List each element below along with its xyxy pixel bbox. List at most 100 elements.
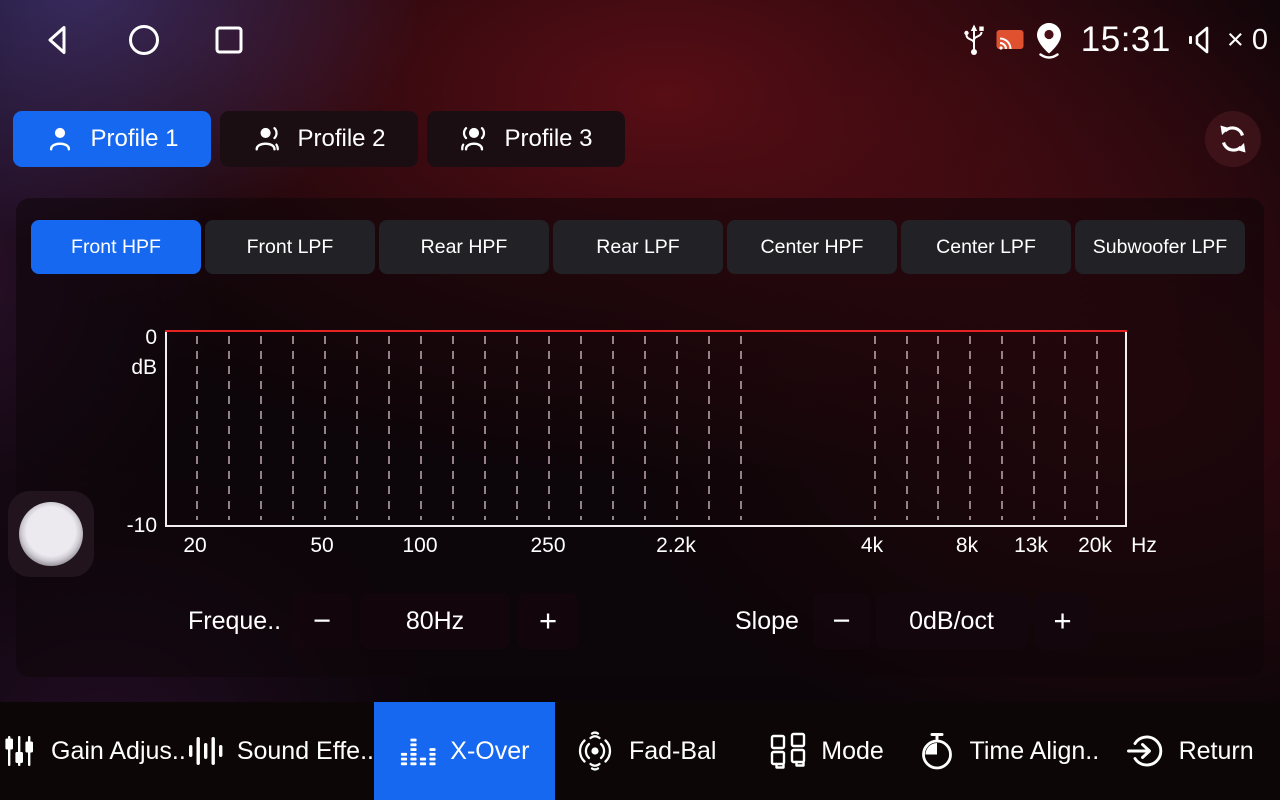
- nav-item-fad-bal[interactable]: Fad-Bal: [555, 702, 736, 800]
- floating-assist-button[interactable]: [8, 491, 94, 577]
- gridline: [612, 336, 614, 520]
- gridline: [292, 336, 294, 520]
- filter-tab-rear-lpf[interactable]: Rear LPF: [553, 220, 723, 274]
- x-tick-label: 2.2k: [656, 534, 696, 558]
- x-tick-label: 50: [310, 534, 333, 558]
- profile-tab-3[interactable]: Profile 3: [427, 111, 625, 167]
- user-icon: [45, 124, 75, 154]
- crossover-panel: Front HPFFront LPFRear HPFRear LPFCenter…: [16, 198, 1264, 677]
- frequency-plus-button[interactable]: +: [518, 593, 578, 649]
- clock: 15:31: [1081, 20, 1171, 60]
- android-nav-keys: [0, 22, 246, 58]
- faders-icon: [0, 732, 38, 770]
- slope-value: 0dB/oct: [876, 593, 1027, 649]
- nav-item-label: X-Over: [450, 737, 529, 766]
- waveform-icon: [186, 732, 224, 770]
- gridline: [484, 336, 486, 520]
- profile-tab-1[interactable]: Profile 1: [13, 111, 211, 167]
- gridline: [874, 336, 876, 520]
- user-arc-icon: [252, 124, 282, 154]
- gridline: [740, 336, 742, 520]
- filter-tab-rear-hpf[interactable]: Rear HPF: [379, 220, 549, 274]
- filter-tab-front-lpf[interactable]: Front LPF: [205, 220, 375, 274]
- profile-tab-2[interactable]: Profile 2: [220, 111, 418, 167]
- x-tick-label: 20: [183, 534, 206, 558]
- gridline: [1096, 336, 1098, 520]
- modules-icon: [768, 731, 808, 771]
- cast-icon: [995, 28, 1025, 52]
- home-button[interactable]: [126, 22, 162, 58]
- filter-tab-front-hpf[interactable]: Front HPF: [31, 220, 201, 274]
- filter-tab-center-hpf[interactable]: Center HPF: [727, 220, 897, 274]
- recents-icon: [212, 23, 246, 57]
- status-bar: 15:31 × 0: [0, 0, 1280, 80]
- return-arrow-icon: [1126, 731, 1166, 771]
- head-unit-screen: 15:31 × 0 Profile 1 Profile 2 Profile 3 Fr…: [0, 0, 1280, 800]
- frequency-response-plot: [165, 330, 1127, 527]
- sync-icon: [1216, 122, 1250, 156]
- gridline: [644, 336, 646, 520]
- gridline: [937, 336, 939, 520]
- nav-item-time-align[interactable]: Time Align..: [917, 702, 1100, 800]
- x-tick-label: 4k: [861, 534, 883, 558]
- home-icon: [126, 22, 162, 58]
- y-tick-min: -10: [109, 514, 157, 538]
- gridline: [388, 336, 390, 520]
- gridline: [196, 336, 198, 520]
- recents-button[interactable]: [212, 23, 246, 57]
- stopwatch-icon: [917, 731, 957, 771]
- x-tick-label: 13k: [1014, 534, 1048, 558]
- nav-item-gain-adjus[interactable]: Gain Adjus..: [0, 702, 186, 800]
- frequency-label: Freque..: [188, 593, 298, 649]
- nav-item-return[interactable]: Return: [1099, 702, 1280, 800]
- sound-waves-icon: [574, 730, 616, 772]
- nav-item-sound-effe[interactable]: Sound Effe..: [186, 702, 374, 800]
- filter-tab-subwoofer-lpf[interactable]: Subwoofer LPF: [1075, 220, 1245, 274]
- usb-icon: [962, 22, 986, 58]
- back-button[interactable]: [40, 22, 76, 58]
- gridline: [452, 336, 454, 520]
- slope-minus-button[interactable]: −: [813, 593, 870, 649]
- gridline: [324, 336, 326, 520]
- y-tick-0: 0: [109, 326, 157, 350]
- volume-level: × 0: [1227, 24, 1268, 57]
- gridline: [906, 336, 908, 520]
- volume-muted-icon: [1186, 22, 1216, 58]
- back-icon: [40, 22, 76, 58]
- profile-label: Profile 3: [504, 125, 592, 153]
- gridline: [516, 336, 518, 520]
- profile-tabs: Profile 1 Profile 2 Profile 3: [13, 111, 625, 167]
- x-tick-label: 8k: [956, 534, 978, 558]
- nav-item-mode[interactable]: Mode: [736, 702, 917, 800]
- gridline: [420, 336, 422, 520]
- frequency-minus-button[interactable]: −: [292, 593, 352, 649]
- nav-item-label: Sound Effe..: [237, 737, 374, 766]
- location-icon: [1034, 21, 1064, 59]
- frequency-value: 80Hz: [360, 593, 510, 649]
- filter-tab-center-lpf[interactable]: Center LPF: [901, 220, 1071, 274]
- nav-item-label: Mode: [821, 737, 884, 766]
- slope-plus-button[interactable]: +: [1034, 593, 1091, 649]
- gridline: [580, 336, 582, 520]
- nav-item-label: Time Align..: [970, 737, 1100, 766]
- gridline: [1033, 336, 1035, 520]
- filter-tabs: Front HPFFront LPFRear HPFRear LPFCenter…: [31, 220, 1245, 274]
- user-arcs-icon: [459, 124, 489, 154]
- gridline: [228, 336, 230, 520]
- profile-label: Profile 1: [90, 125, 178, 153]
- gridline: [356, 336, 358, 520]
- gridline: [1064, 336, 1066, 520]
- nav-item-x-over[interactable]: X-Over: [374, 702, 555, 800]
- slope-label: Slope: [735, 593, 815, 649]
- y-axis-unit: dB: [109, 356, 157, 380]
- x-tick-label: 20k: [1078, 534, 1112, 558]
- sync-button[interactable]: [1205, 111, 1261, 167]
- equalizer-icon: [399, 732, 437, 770]
- floating-assist-knob: [19, 502, 83, 566]
- profile-label: Profile 2: [297, 125, 385, 153]
- bottom-nav: Gain Adjus.. Sound Effe.. X-Over Fad-Bal Mo…: [0, 702, 1280, 800]
- gridline: [1001, 336, 1003, 520]
- x-axis-unit: Hz: [1131, 534, 1157, 558]
- nav-item-label: Return: [1179, 737, 1254, 766]
- gridline: [548, 336, 550, 520]
